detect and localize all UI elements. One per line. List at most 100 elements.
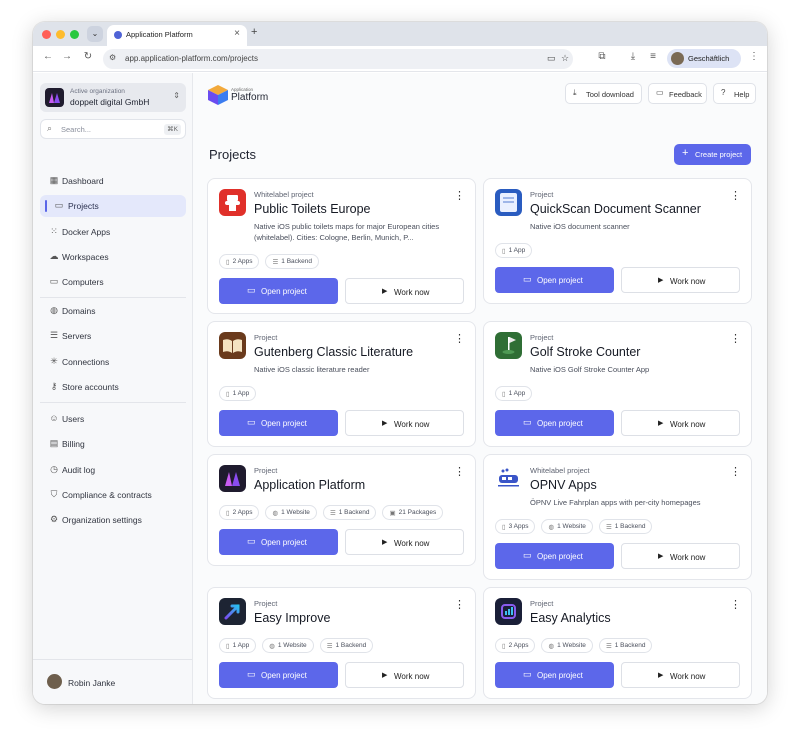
back-arrow-icon[interactable]: ← bbox=[41, 51, 55, 62]
open-project-button[interactable]: ▭ Open project bbox=[219, 529, 338, 555]
badge-label: 1 Backend bbox=[614, 523, 646, 530]
tab-favicon-icon bbox=[114, 31, 122, 39]
user-menu[interactable]: Robin Janke bbox=[33, 659, 192, 704]
sidebar-item-label: Projects bbox=[68, 201, 99, 211]
sidebar-item-organization-settings[interactable]: ⚙ Organization settings bbox=[40, 509, 186, 531]
open-project-button[interactable]: ▭ Open project bbox=[219, 278, 338, 304]
open-project-button[interactable]: ▭ Open project bbox=[495, 543, 614, 569]
more-options-icon[interactable]: ⋮ bbox=[454, 598, 465, 611]
sidebar-item-projects[interactable]: ▭ Projects bbox=[40, 195, 186, 217]
address-bar[interactable]: ⚙ app.application-platform.com/projects … bbox=[103, 49, 573, 69]
open-project-button[interactable]: ▭ Open project bbox=[495, 267, 614, 293]
work-now-button[interactable]: ▶ Work now bbox=[621, 543, 740, 569]
help-label: Help bbox=[734, 90, 750, 99]
cast-icon[interactable]: ▭ bbox=[547, 53, 556, 64]
badge-label: 1 Backend bbox=[614, 642, 646, 649]
more-options-icon[interactable]: ⋮ bbox=[730, 465, 741, 478]
project-title[interactable]: Easy Improve bbox=[254, 611, 330, 625]
close-window-button[interactable] bbox=[42, 30, 51, 39]
feedback-button[interactable]: ▭ Feedback bbox=[648, 83, 707, 104]
sidebar-item-domains[interactable]: ◍ Domains bbox=[40, 300, 186, 322]
extensions-icon[interactable]: ⧉ bbox=[595, 51, 609, 62]
tool-download-button[interactable]: ⤓ Tool download bbox=[565, 83, 642, 104]
sidebar-item-servers[interactable]: ☰ Servers bbox=[40, 325, 186, 347]
sidebar-item-label: Connections bbox=[62, 357, 110, 367]
bookmark-star-icon[interactable]: ☆ bbox=[561, 53, 569, 64]
work-now-label: Work now bbox=[670, 553, 706, 562]
download-icon[interactable]: ⤓ bbox=[626, 51, 640, 62]
open-project-button[interactable]: ▭ Open project bbox=[495, 662, 614, 688]
project-type: Project bbox=[254, 599, 278, 608]
sidebar-item-dashboard[interactable]: ▦ Dashboard bbox=[40, 170, 186, 192]
sidebar-item-workspaces[interactable]: ☁ Workspaces bbox=[40, 246, 186, 268]
sidebar-item-billing[interactable]: ▤ Billing bbox=[40, 433, 186, 455]
sidebar-item-docker-apps[interactable]: ⁙ Docker Apps bbox=[40, 221, 186, 243]
more-options-icon[interactable]: ⋮ bbox=[730, 598, 741, 611]
more-options-icon[interactable]: ⋮ bbox=[454, 189, 465, 202]
sidebar-item-compliance[interactable]: ⛉ Compliance & contracts bbox=[40, 484, 186, 506]
work-now-button[interactable]: ▶ Work now bbox=[345, 529, 464, 555]
reload-icon[interactable]: ↻ bbox=[81, 51, 95, 62]
project-title[interactable]: Public Toilets Europe bbox=[254, 202, 371, 216]
work-now-button[interactable]: ▶ Work now bbox=[345, 410, 464, 436]
folder-icon: ▭ bbox=[523, 417, 532, 427]
main-content: Application Platform ⤓ Tool download ▭ F… bbox=[193, 73, 767, 704]
organization-switcher[interactable]: Active organization doppelt digital GmbH… bbox=[40, 83, 186, 112]
more-options-icon[interactable]: ⋮ bbox=[454, 332, 465, 345]
project-title[interactable]: OPNV Apps bbox=[530, 478, 597, 492]
browser-toolbar: ← → ↻ ⚙ app.application-platform.com/pro… bbox=[33, 46, 767, 72]
minimize-window-button[interactable] bbox=[56, 30, 65, 39]
chevron-updown-icon: ⇕ bbox=[173, 91, 180, 100]
project-title[interactable]: Easy Analytics bbox=[530, 611, 611, 625]
profile-button[interactable]: Geschäftlich bbox=[667, 49, 741, 68]
sidebar-item-connections[interactable]: ✳ Connections bbox=[40, 351, 186, 373]
organization-logo bbox=[45, 88, 64, 107]
tab-close-icon[interactable]: × bbox=[234, 28, 240, 39]
browser-menu-icon[interactable]: ⋮ bbox=[747, 51, 761, 62]
play-icon: ▶ bbox=[658, 420, 664, 427]
new-tab-button[interactable]: + bbox=[251, 26, 257, 38]
work-now-button[interactable]: ▶ Work now bbox=[621, 662, 740, 688]
more-options-icon[interactable]: ⋮ bbox=[454, 465, 465, 478]
server-icon: ☰ bbox=[329, 509, 336, 517]
media-icon[interactable]: ≡ bbox=[646, 51, 660, 62]
project-title[interactable]: QuickScan Document Scanner bbox=[530, 202, 701, 216]
work-now-button[interactable]: ▶ Work now bbox=[345, 278, 464, 304]
maximize-window-button[interactable] bbox=[70, 30, 79, 39]
page-title: Projects bbox=[209, 147, 256, 162]
sidebar-item-store-accounts[interactable]: ⚷ Store accounts bbox=[40, 376, 186, 398]
profile-avatar bbox=[671, 52, 684, 65]
help-button[interactable]: ? Help bbox=[713, 83, 756, 104]
sidebar-item-audit-log[interactable]: ◷ Audit log bbox=[40, 459, 186, 481]
more-options-icon[interactable]: ⋮ bbox=[730, 332, 741, 345]
project-title[interactable]: Golf Stroke Counter bbox=[530, 345, 640, 359]
folder-icon: ▭ bbox=[247, 285, 256, 295]
browser-tab[interactable]: Application Platform × bbox=[107, 25, 247, 46]
book-app-icon bbox=[219, 332, 246, 359]
project-type: Project bbox=[530, 333, 554, 342]
project-title[interactable]: Gutenberg Classic Literature bbox=[254, 345, 413, 359]
sidebar-item-computers[interactable]: ▭ Computers bbox=[40, 271, 186, 293]
play-icon: ▶ bbox=[382, 672, 388, 679]
open-project-button[interactable]: ▭ Open project bbox=[495, 410, 614, 436]
open-project-button[interactable]: ▭ Open project bbox=[219, 410, 338, 436]
badge-label: 1 Website bbox=[281, 509, 310, 516]
tab-search-button[interactable]: ⌄ bbox=[87, 26, 103, 42]
create-project-button[interactable]: + Create project bbox=[674, 144, 751, 165]
url-text[interactable]: app.application-platform.com/projects bbox=[125, 54, 258, 63]
open-project-button[interactable]: ▭ Open project bbox=[219, 662, 338, 688]
open-project-label: Open project bbox=[537, 671, 583, 680]
open-project-label: Open project bbox=[261, 287, 307, 296]
work-now-button[interactable]: ▶ Work now bbox=[621, 410, 740, 436]
project-title[interactable]: Application Platform bbox=[254, 478, 365, 492]
sidebar-item-users[interactable]: ☺ Users bbox=[40, 408, 186, 430]
work-now-button[interactable]: ▶ Work now bbox=[345, 662, 464, 688]
forward-arrow-icon[interactable]: → bbox=[60, 51, 74, 62]
train-app-icon bbox=[495, 465, 522, 492]
more-options-icon[interactable]: ⋮ bbox=[730, 189, 741, 202]
search-input[interactable]: ⌕ Search... ⌘K bbox=[40, 119, 186, 139]
globe-icon: ◍ bbox=[272, 509, 279, 517]
project-description: Native iOS classic literature reader bbox=[254, 365, 370, 374]
work-now-button[interactable]: ▶ Work now bbox=[621, 267, 740, 293]
site-settings-icon[interactable]: ⚙ bbox=[109, 53, 116, 62]
